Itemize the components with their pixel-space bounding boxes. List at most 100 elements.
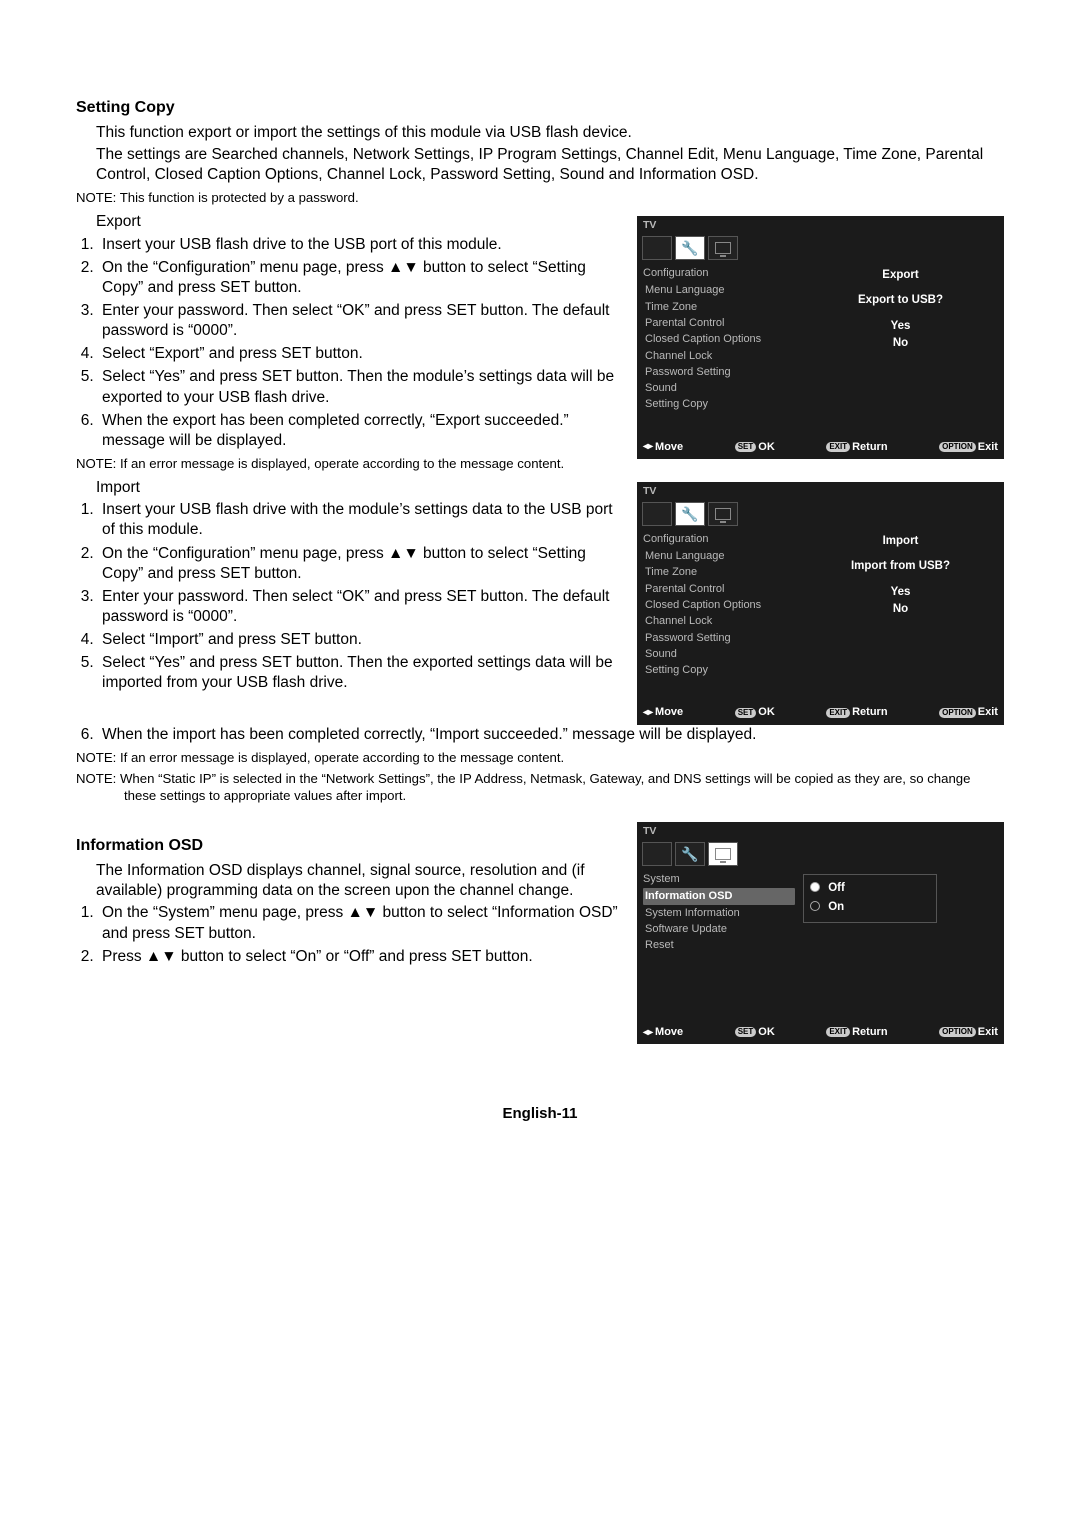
osd-footer: ◂▸Move SETOK EXITReturn OPTIONExit <box>637 1022 1004 1044</box>
osd-menu-item: Closed Caption Options <box>643 331 795 347</box>
footer-move: Move <box>655 705 683 719</box>
osd-option-no: No <box>803 601 998 618</box>
osd-menu-item: Sound <box>643 646 795 662</box>
footer-ok: OK <box>758 440 775 454</box>
tab-picture-icon <box>642 502 672 526</box>
osd-menu-item: Setting Copy <box>643 662 795 678</box>
heading-export: Export <box>96 212 623 232</box>
osd-menu-item: Menu Language <box>643 548 795 564</box>
exit-badge: EXIT <box>826 708 850 718</box>
footer-return: Return <box>852 1025 887 1039</box>
wrench-icon: 🔧 <box>681 845 698 863</box>
tab-config-icon: 🔧 <box>675 842 705 866</box>
wrench-icon: 🔧 <box>681 239 698 257</box>
osd-option-yes: Yes <box>803 584 998 601</box>
osd-prompt-sub: Export to USB? <box>803 293 998 308</box>
tab-config-icon: 🔧 <box>675 502 705 526</box>
set-badge: SET <box>735 1027 757 1037</box>
osd-menu-item: Channel Lock <box>643 613 795 629</box>
heading-info-osd: Information OSD <box>76 836 623 857</box>
arrows-icon: ◂▸ <box>643 440 653 453</box>
monitor-icon <box>715 242 731 254</box>
osd-menu-item: Setting Copy <box>643 396 795 412</box>
export-step: Select “Yes” and press SET button. Then … <box>98 367 623 407</box>
footer-move: Move <box>655 440 683 454</box>
heading-setting-copy: Setting Copy <box>76 98 1004 119</box>
export-step: When the export has been completed corre… <box>98 411 623 451</box>
info-osd-steps: On the “System” menu page, press ▲▼ butt… <box>76 903 623 966</box>
osd-menu-title: Configuration <box>643 530 795 548</box>
osd-footer: ◂▸Move SETOK EXITReturn OPTIONExit <box>637 702 1004 724</box>
osd-menu-item: Sound <box>643 380 795 396</box>
import-step: On the “Configuration” menu page, press … <box>98 544 623 584</box>
osd-menu-item: Parental Control <box>643 581 795 597</box>
import-step: When the import has been completed corre… <box>98 725 1004 745</box>
arrows-icon: ◂▸ <box>643 706 653 719</box>
radio-label: Off <box>828 882 845 894</box>
osd-import-dialog: TV 🔧 Configuration Menu Language Time Zo… <box>637 482 1004 725</box>
import-step: Insert your USB flash drive with the mod… <box>98 500 623 540</box>
page-number: English-11 <box>76 1104 1004 1124</box>
osd-menu-item: Software Update <box>643 921 795 937</box>
osd-prompt-sub: Import from USB? <box>803 559 998 574</box>
heading-import: Import <box>96 478 623 498</box>
setting-copy-intro-2: The settings are Searched channels, Netw… <box>96 145 1004 185</box>
info-osd-intro: The Information OSD displays channel, si… <box>96 861 623 901</box>
footer-exit: Exit <box>978 705 998 719</box>
tab-system-icon <box>708 842 738 866</box>
osd-menu-item: Parental Control <box>643 315 795 331</box>
option-badge: OPTION <box>939 442 976 452</box>
set-badge: SET <box>735 708 757 718</box>
monitor-icon <box>715 848 731 860</box>
osd-title: TV <box>637 216 1004 233</box>
export-step: Insert your USB flash drive to the USB p… <box>98 235 623 255</box>
info-osd-step: Press ▲▼ button to select “On” or “Off” … <box>98 947 623 967</box>
osd-menu-item: Menu Language <box>643 282 795 298</box>
option-badge: OPTION <box>939 1027 976 1037</box>
exit-badge: EXIT <box>826 1027 850 1037</box>
osd-export-dialog: TV 🔧 Configuration Menu Language Time Zo… <box>637 216 1004 459</box>
footer-exit: Exit <box>978 440 998 454</box>
osd-menu-title: Configuration <box>643 264 795 282</box>
tab-system-icon <box>708 502 738 526</box>
footer-move: Move <box>655 1025 683 1039</box>
import-step: Select “Yes” and press SET button. Then … <box>98 653 623 693</box>
import-step: Enter your password. Then select “OK” an… <box>98 587 623 627</box>
radio-on: On <box>810 898 930 918</box>
note-password: NOTE: This function is protected by a pa… <box>76 189 1004 206</box>
osd-menu-item: Password Setting <box>643 364 795 380</box>
tab-config-icon: 🔧 <box>675 236 705 260</box>
osd-tabs: 🔧 <box>637 499 1004 528</box>
osd-menu-item: Password Setting <box>643 630 795 646</box>
footer-ok: OK <box>758 705 775 719</box>
set-badge: SET <box>735 442 757 452</box>
note-static-ip: NOTE: When “Static IP” is selected in th… <box>76 770 1004 804</box>
osd-menu-item: Channel Lock <box>643 348 795 364</box>
note-import-error: NOTE: If an error message is displayed, … <box>76 749 1004 766</box>
osd-tabs: 🔧 <box>637 839 1004 868</box>
setting-copy-intro-1: This function export or import the setti… <box>96 123 1004 143</box>
wrench-icon: 🔧 <box>681 505 698 523</box>
tab-picture-icon <box>642 236 672 260</box>
exit-badge: EXIT <box>826 442 850 452</box>
osd-menu-title: System <box>643 870 795 888</box>
osd-menu-item: Reset <box>643 937 795 953</box>
option-badge: OPTION <box>939 708 976 718</box>
export-steps: Insert your USB flash drive to the USB p… <box>76 235 623 451</box>
export-step: On the “Configuration” menu page, press … <box>98 258 623 298</box>
osd-prompt-title: Export <box>803 268 998 283</box>
osd-menu-item-highlighted: Information OSD <box>643 888 795 904</box>
import-steps-continued: When the import has been completed corre… <box>76 725 1004 745</box>
osd-menu-item: Time Zone <box>643 564 795 580</box>
osd-title: TV <box>637 822 1004 839</box>
osd-footer: ◂▸Move SETOK EXITReturn OPTIONExit <box>637 437 1004 459</box>
osd-title: TV <box>637 482 1004 499</box>
footer-ok: OK <box>758 1025 775 1039</box>
osd-menu-item: System Information <box>643 905 795 921</box>
export-step: Enter your password. Then select “OK” an… <box>98 301 623 341</box>
footer-exit: Exit <box>978 1025 998 1039</box>
osd-menu-item: Closed Caption Options <box>643 597 795 613</box>
footer-return: Return <box>852 440 887 454</box>
osd-information-dialog: TV 🔧 System Information OSD System Infor… <box>637 822 1004 1044</box>
osd-menu-item: Time Zone <box>643 299 795 315</box>
